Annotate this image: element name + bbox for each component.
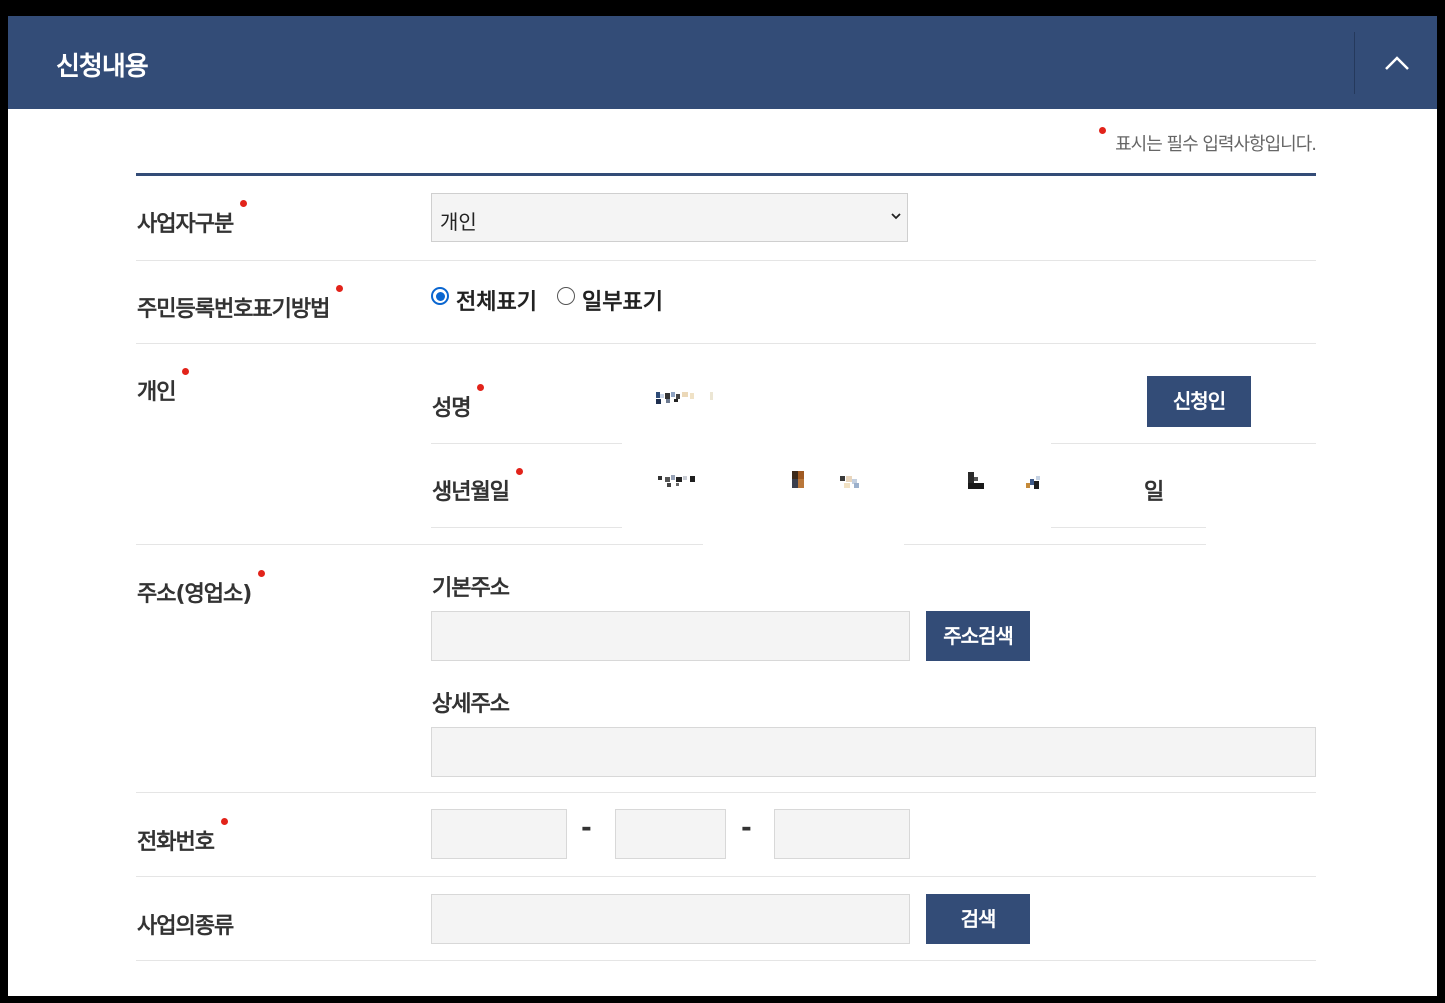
required-dot-icon: [240, 200, 248, 207]
phone-separator: -: [741, 813, 752, 843]
collapse-toggle-button[interactable]: [1368, 38, 1424, 88]
required-note-text: 표시는 필수 입력사항입니다.: [1115, 134, 1317, 155]
business-type-select[interactable]: 개인: [431, 193, 908, 242]
phone-label: 전화번호: [137, 818, 228, 856]
form-top-border: [136, 173, 1316, 176]
birthdate-label: 생년월일: [432, 468, 523, 506]
id-display-label-text: 주민등록번호표기방법: [137, 297, 330, 322]
radio-unselected-icon: [557, 287, 575, 305]
chevron-up-icon: [1385, 56, 1409, 70]
phone-separator: -: [581, 813, 592, 843]
phone-part1-input[interactable]: [431, 809, 567, 859]
business-type-label-text: 사업자구분: [137, 212, 234, 237]
row-divider: [431, 527, 622, 528]
birth-day-redacted: [966, 471, 1046, 495]
required-dot-icon: [182, 368, 190, 375]
birth-year-redacted: [656, 474, 716, 494]
row-divider: [136, 260, 1316, 261]
phone-part3-input[interactable]: [774, 809, 910, 859]
row-divider: [904, 544, 1206, 545]
detail-address-label: 상세주소: [432, 692, 510, 717]
detail-address-input[interactable]: [431, 727, 1316, 777]
birth-month-redacted: [792, 470, 872, 494]
required-dot-icon: [515, 468, 523, 475]
application-panel: 신청내용 표시는 필수 입력사항입니다. 사업자구분 개인 주민등록번호표기방법…: [8, 16, 1437, 996]
row-divider: [136, 876, 1316, 877]
row-divider: [1051, 527, 1206, 528]
required-dot-icon: [258, 570, 266, 577]
panel-header: 신청내용: [8, 16, 1437, 109]
row-divider: [136, 343, 1316, 344]
individual-label: 개인: [137, 368, 190, 406]
radio-partial-display-label: 일부표기: [582, 290, 663, 315]
phone-part2-input[interactable]: [615, 809, 726, 859]
required-dot-icon: [477, 384, 485, 391]
base-address-input[interactable]: [431, 611, 910, 661]
required-note: 표시는 필수 입력사항입니다.: [1099, 127, 1317, 156]
id-display-label: 주민등록번호표기방법: [137, 285, 344, 323]
individual-label-text: 개인: [137, 380, 176, 405]
row-divider: [136, 960, 1316, 961]
row-divider: [431, 443, 622, 444]
business-kind-label: 사업의종류: [137, 914, 234, 939]
birthdate-label-text: 생년월일: [432, 480, 510, 505]
row-divider: [1051, 443, 1316, 444]
required-dot-icon: [220, 818, 228, 825]
applicant-button[interactable]: 신청인: [1147, 376, 1251, 427]
row-divider: [136, 544, 703, 545]
day-unit-label: 일: [1144, 480, 1165, 505]
radio-full-display-label: 전체표기: [456, 290, 537, 315]
required-dot-icon: [1099, 127, 1107, 134]
panel-title: 신청내용: [56, 52, 149, 82]
row-divider: [136, 792, 1316, 793]
business-kind-input[interactable]: [431, 894, 910, 944]
name-label: 성명: [432, 384, 485, 422]
chevron-down-icon: [891, 213, 901, 220]
radio-selected-icon: [431, 287, 449, 305]
address-search-button[interactable]: 주소검색: [926, 611, 1030, 661]
name-label-text: 성명: [432, 396, 471, 421]
business-type-selected-value: 개인: [440, 210, 477, 234]
header-divider: [1354, 32, 1355, 94]
business-type-label: 사업자구분: [137, 200, 248, 238]
name-value-redacted: [654, 390, 714, 410]
address-label: 주소(영업소): [137, 570, 266, 608]
base-address-label: 기본주소: [432, 576, 510, 601]
phone-label-text: 전화번호: [137, 830, 215, 855]
required-dot-icon: [336, 285, 344, 292]
address-label-text: 주소(영업소): [137, 582, 252, 607]
business-kind-search-button[interactable]: 검색: [926, 894, 1030, 944]
